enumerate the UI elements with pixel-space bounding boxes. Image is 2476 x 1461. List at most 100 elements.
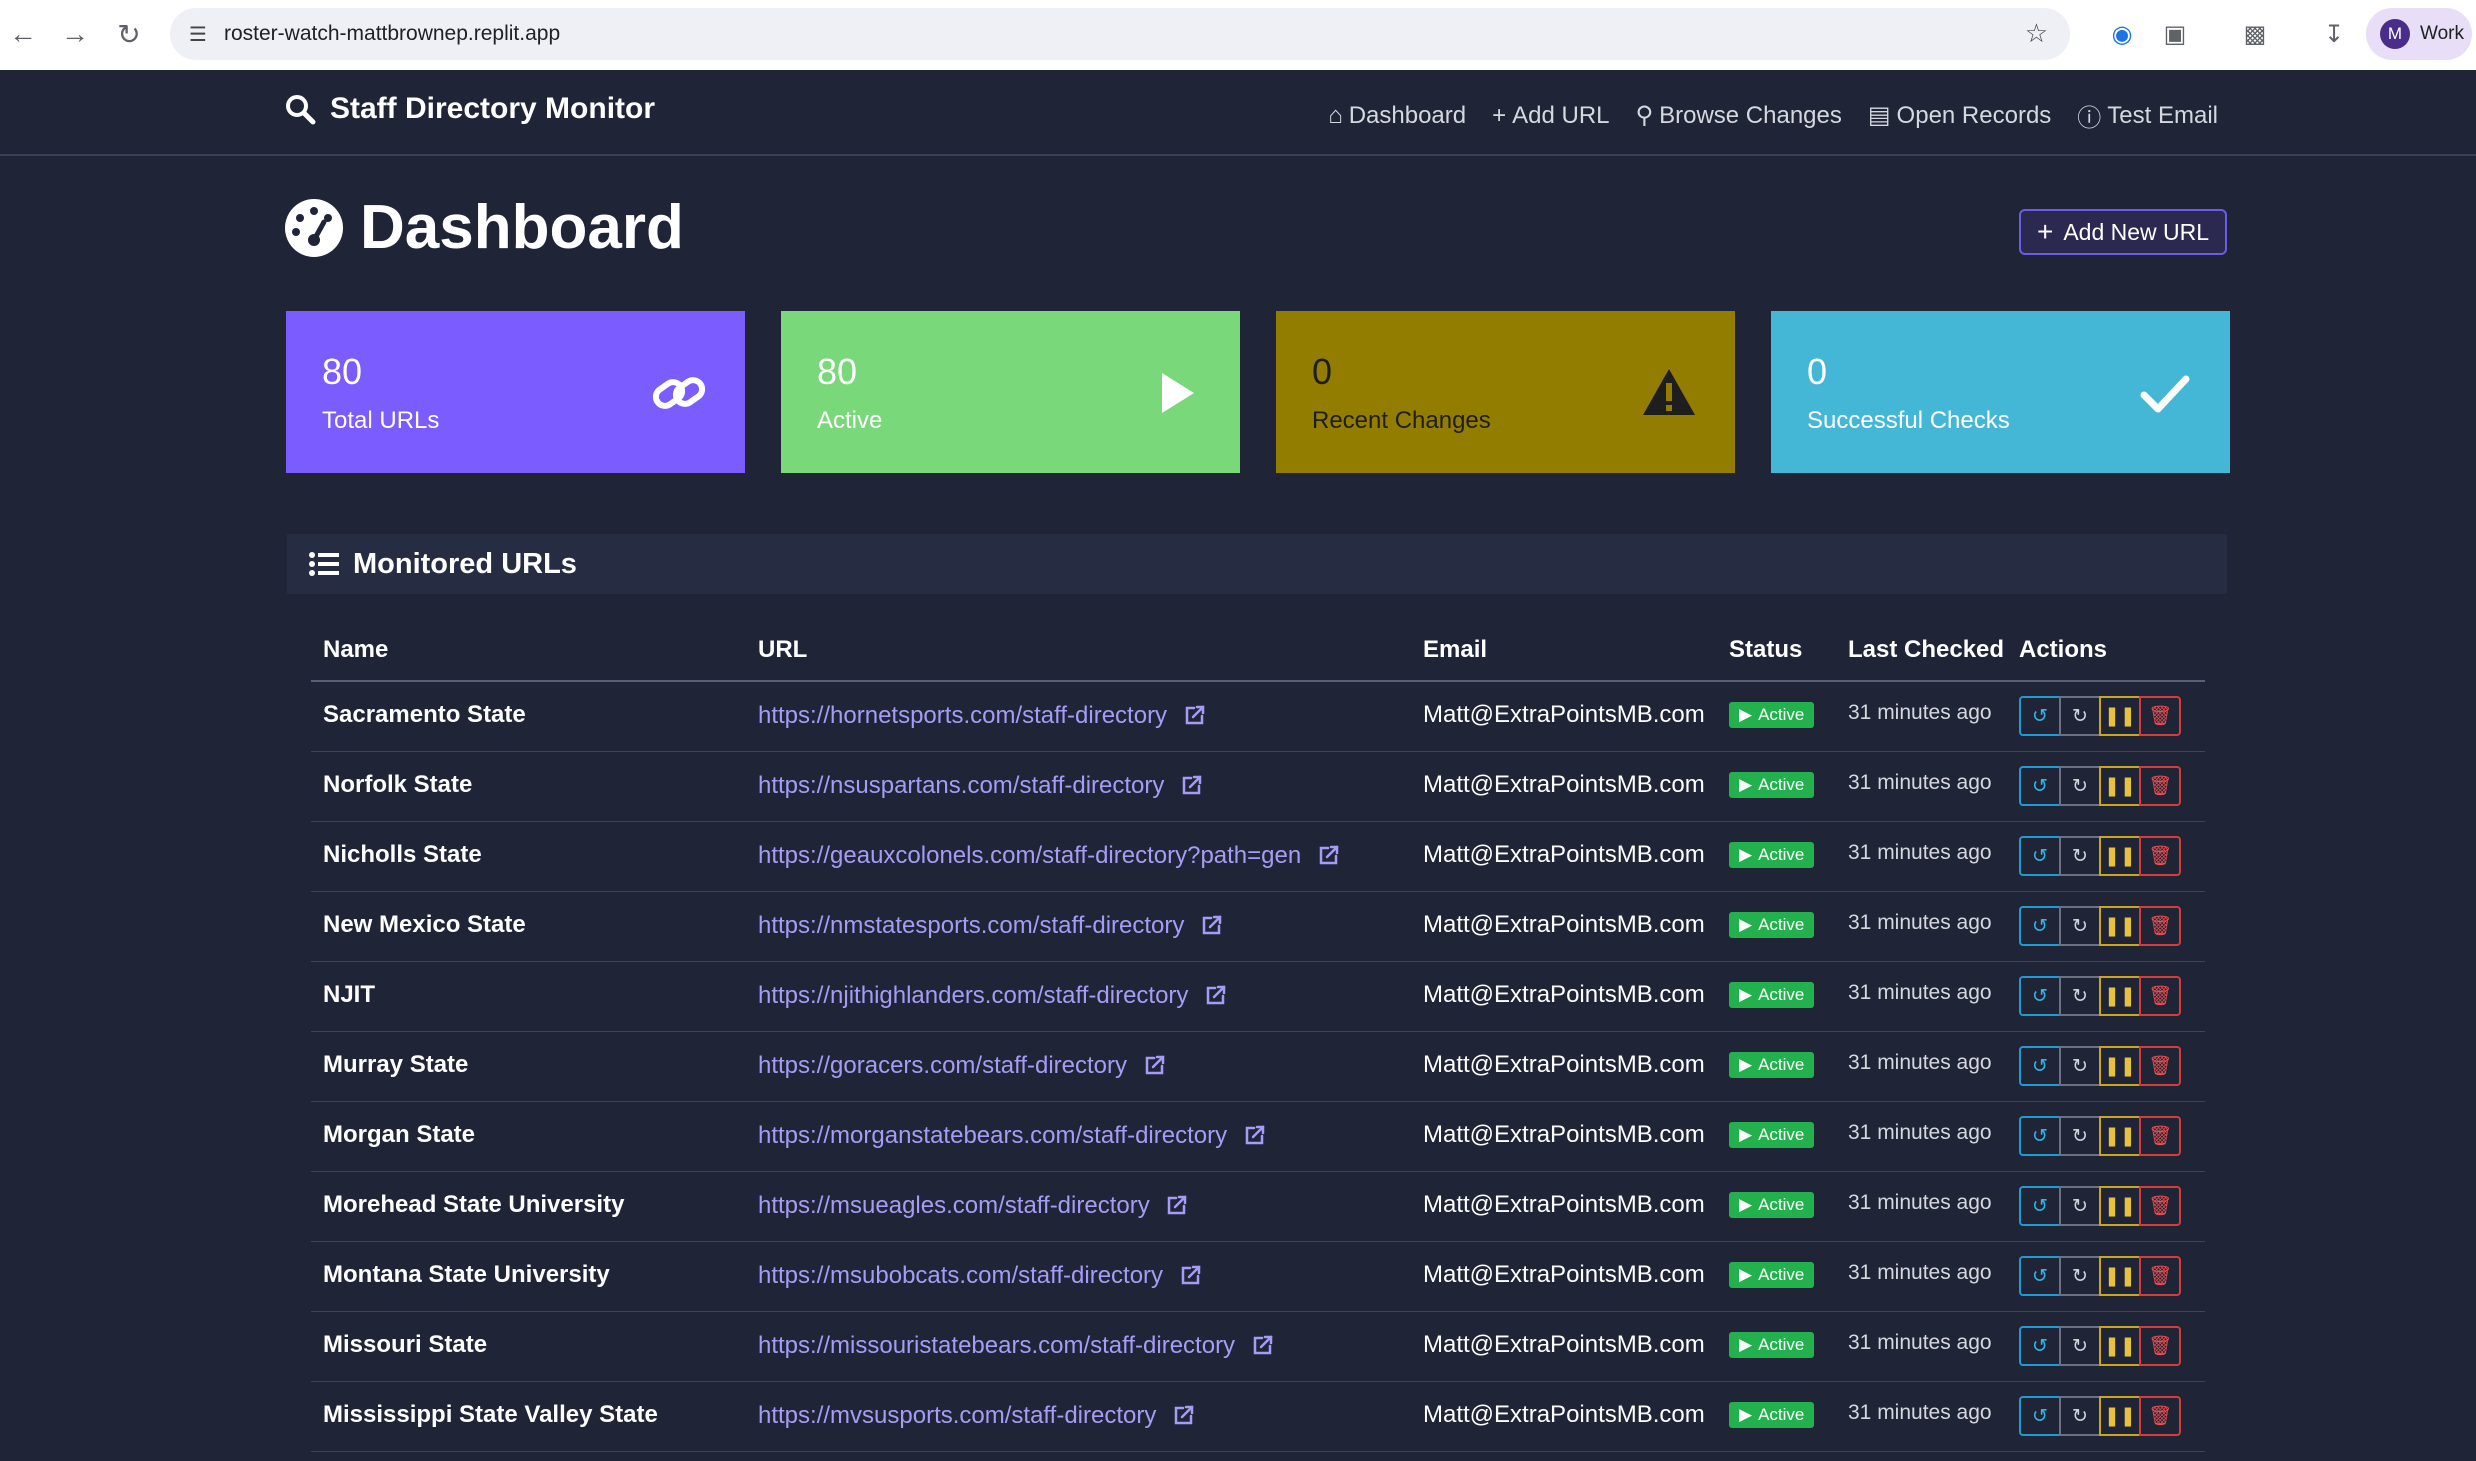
table-row: Murray State https://goracers.com/staff-… — [311, 1032, 2205, 1102]
row-url-link[interactable]: https://mvsusports.com/staff-directory — [758, 1401, 1195, 1430]
tab-search-icon[interactable]: ▩ — [2235, 14, 2275, 54]
extension-icon[interactable]: ◉ — [2102, 14, 2142, 54]
row-url-link[interactable]: https://nsuspartans.com/staff-directory — [758, 771, 1203, 800]
history-button[interactable]: ↺ — [2019, 976, 2061, 1016]
row-url[interactable]: https://nmstatesports.com/staff-director… — [758, 912, 1184, 939]
history-button[interactable]: ↺ — [2019, 1326, 2061, 1366]
external-link-icon[interactable] — [1180, 1264, 1202, 1286]
address-bar-url[interactable]: roster-watch-mattbrownep.replit.app — [224, 22, 560, 46]
nav-test-email[interactable]: ⓘ Test Email — [2077, 98, 2218, 133]
forward-arrow-icon[interactable]: → — [54, 13, 96, 55]
profile-button[interactable]: M Work — [2366, 8, 2472, 60]
brand-link[interactable]: Staff Directory Monitor — [284, 92, 655, 126]
delete-button[interactable]: 🗑 — [2139, 696, 2181, 736]
external-link-icon[interactable] — [1184, 704, 1206, 726]
row-url[interactable]: https://goracers.com/staff-directory — [758, 1052, 1127, 1079]
delete-button[interactable]: 🗑 — [2139, 906, 2181, 946]
back-arrow-icon[interactable]: ← — [2, 13, 44, 55]
pause-button[interactable]: ❚❚ — [2099, 906, 2141, 946]
row-url[interactable]: https://nsuspartans.com/staff-directory — [758, 772, 1164, 799]
history-button[interactable]: ↺ — [2019, 1046, 2061, 1086]
nav-browse-changes[interactable]: ⚲ Browse Changes — [1636, 98, 1842, 133]
external-link-icon[interactable] — [1318, 844, 1340, 866]
site-settings-icon[interactable]: ☰ — [180, 16, 216, 52]
external-link-icon[interactable] — [1173, 1404, 1195, 1426]
delete-button[interactable]: 🗑 — [2139, 976, 2181, 1016]
row-url-link[interactable]: https://goracers.com/staff-directory — [758, 1051, 1166, 1080]
history-button[interactable]: ↺ — [2019, 1186, 2061, 1226]
row-url-link[interactable]: https://nmstatesports.com/staff-director… — [758, 911, 1223, 940]
row-url-link[interactable]: https://msubobcats.com/staff-directory — [758, 1261, 1202, 1290]
external-link-icon[interactable] — [1181, 774, 1203, 796]
delete-button[interactable]: 🗑 — [2139, 1326, 2181, 1366]
history-button[interactable]: ↺ — [2019, 766, 2061, 806]
row-url-link[interactable]: https://morganstatebears.com/staff-direc… — [758, 1121, 1266, 1150]
delete-button[interactable]: 🗑 — [2139, 1256, 2181, 1296]
delete-button[interactable]: 🗑 — [2139, 1116, 2181, 1156]
history-button[interactable]: ↺ — [2019, 1116, 2061, 1156]
row-url[interactable]: https://msubobcats.com/staff-directory — [758, 1262, 1163, 1289]
row-url-link[interactable]: https://njithighlanders.com/staff-direct… — [758, 981, 1227, 1010]
pause-button[interactable]: ❚❚ — [2099, 976, 2141, 1016]
row-url-link[interactable]: https://geauxcolonels.com/staff-director… — [758, 841, 1340, 870]
bookmark-star-icon[interactable]: ☆ — [2025, 18, 2048, 49]
nav-add-url[interactable]: + Add URL — [1492, 98, 1609, 133]
external-link-icon[interactable] — [1201, 914, 1223, 936]
nav-dashboard[interactable]: ⌂ Dashboard — [1328, 98, 1466, 133]
download-icon[interactable]: ↧ — [2314, 14, 2354, 54]
refresh-button[interactable]: ↻ — [2059, 976, 2101, 1016]
pause-button[interactable]: ❚❚ — [2099, 1326, 2141, 1366]
address-bar[interactable]: ☰ roster-watch-mattbrownep.replit.app ☆ — [170, 8, 2070, 60]
external-link-icon[interactable] — [1205, 984, 1227, 1006]
extensions-puzzle-icon[interactable]: ▣ — [2155, 14, 2195, 54]
refresh-button[interactable]: ↻ — [2059, 766, 2101, 806]
pause-button[interactable]: ❚❚ — [2099, 1256, 2141, 1296]
row-url[interactable]: https://geauxcolonels.com/staff-director… — [758, 842, 1301, 869]
nav-open-records[interactable]: ▤ Open Records — [1868, 98, 2051, 133]
refresh-button[interactable]: ↻ — [2059, 1046, 2101, 1086]
history-button[interactable]: ↺ — [2019, 1396, 2061, 1436]
external-link-icon[interactable] — [1144, 1054, 1166, 1076]
refresh-button[interactable]: ↻ — [2059, 1116, 2101, 1156]
row-url[interactable]: https://missouristatebears.com/staff-dir… — [758, 1332, 1235, 1359]
pause-button[interactable]: ❚❚ — [2099, 1396, 2141, 1436]
row-url[interactable]: https://msueagles.com/staff-directory — [758, 1192, 1150, 1219]
row-url[interactable]: https://mvsusports.com/staff-directory — [758, 1402, 1156, 1429]
row-url[interactable]: https://hornetsports.com/staff-directory — [758, 702, 1167, 729]
delete-button[interactable]: 🗑 — [2139, 836, 2181, 876]
pause-button[interactable]: ❚❚ — [2099, 696, 2141, 736]
delete-button[interactable]: 🗑 — [2139, 1396, 2181, 1436]
refresh-button[interactable]: ↻ — [2059, 1256, 2101, 1296]
row-url-link[interactable]: https://missouristatebears.com/staff-dir… — [758, 1331, 1274, 1360]
play-icon: ▶ — [1739, 1335, 1753, 1354]
pause-button[interactable]: ❚❚ — [2099, 1046, 2141, 1086]
row-url-link[interactable]: https://hornetsports.com/staff-directory — [758, 701, 1206, 730]
history-button[interactable]: ↺ — [2019, 836, 2061, 876]
row-url-link[interactable]: https://msueagles.com/staff-directory — [758, 1191, 1188, 1220]
row-url[interactable]: https://njithighlanders.com/staff-direct… — [758, 982, 1188, 1009]
external-link-icon[interactable] — [1244, 1124, 1266, 1146]
pause-button[interactable]: ❚❚ — [2099, 1186, 2141, 1226]
external-link-icon[interactable] — [1166, 1194, 1188, 1216]
pause-button[interactable]: ❚❚ — [2099, 836, 2141, 876]
pause-button[interactable]: ❚❚ — [2099, 766, 2141, 806]
refresh-button[interactable]: ↻ — [2059, 1186, 2101, 1226]
row-actions: ↺ ↻ ❚❚ 🗑 — [2019, 696, 2181, 736]
delete-button[interactable]: 🗑 — [2139, 766, 2181, 806]
delete-button[interactable]: 🗑 — [2139, 1046, 2181, 1086]
delete-button[interactable]: 🗑 — [2139, 1186, 2181, 1226]
refresh-button[interactable]: ↻ — [2059, 1326, 2101, 1366]
add-new-url-button[interactable]: + Add New URL — [2019, 209, 2227, 255]
reload-icon[interactable]: ↻ — [108, 13, 150, 55]
refresh-button[interactable]: ↻ — [2059, 836, 2101, 876]
refresh-button[interactable]: ↻ — [2059, 1396, 2101, 1436]
row-last-checked: 31 minutes ago — [1848, 701, 1992, 724]
history-button[interactable]: ↺ — [2019, 1256, 2061, 1296]
refresh-button[interactable]: ↻ — [2059, 696, 2101, 736]
history-button[interactable]: ↺ — [2019, 906, 2061, 946]
history-button[interactable]: ↺ — [2019, 696, 2061, 736]
pause-button[interactable]: ❚❚ — [2099, 1116, 2141, 1156]
refresh-button[interactable]: ↻ — [2059, 906, 2101, 946]
external-link-icon[interactable] — [1252, 1334, 1274, 1356]
row-url[interactable]: https://morganstatebears.com/staff-direc… — [758, 1122, 1227, 1149]
